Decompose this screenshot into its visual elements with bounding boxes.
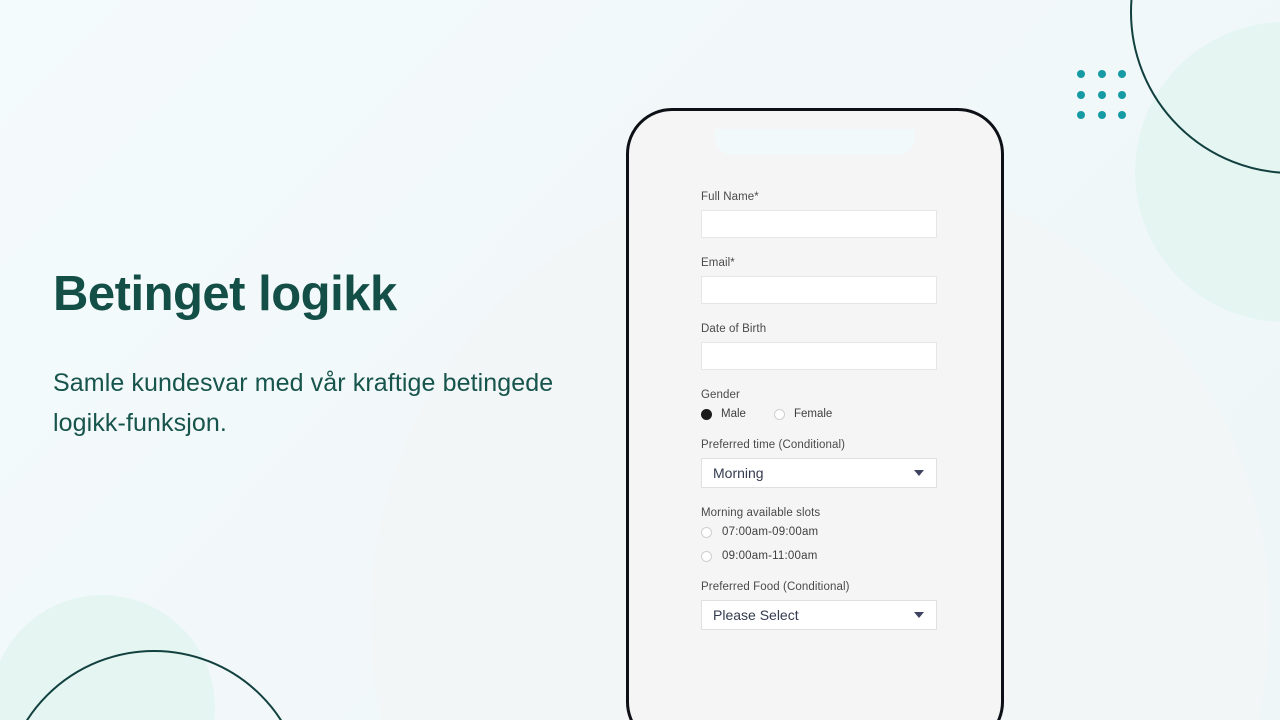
phone-screen: Full Name* Email* Date of Birth Gender M…: [646, 129, 984, 720]
field-full-name: Full Name*: [701, 191, 937, 238]
field-date-of-birth: Date of Birth: [701, 323, 937, 370]
phone-mockup: Full Name* Email* Date of Birth Gender M…: [626, 108, 1004, 720]
gender-radio-group: Male Female: [701, 408, 937, 420]
morning-slot-label: 09:00am-11:00am: [722, 550, 818, 562]
radio-unselected-icon: [773, 408, 785, 420]
email-input[interactable]: [701, 276, 937, 304]
radio-unselected-icon: [701, 550, 712, 562]
chevron-down-icon: [914, 612, 924, 618]
morning-slot-option-1[interactable]: 07:00am-09:00am: [701, 526, 937, 538]
morning-slots-label: Morning available slots: [701, 507, 821, 519]
gender-option-male[interactable]: Male: [701, 408, 746, 420]
preferred-food-label: Preferred Food (Conditional): [701, 581, 850, 593]
field-email: Email*: [701, 257, 937, 304]
field-morning-slots: Morning available slots 07:00am-09:00am …: [701, 507, 937, 562]
radio-selected-icon: [701, 408, 712, 420]
gender-option-female[interactable]: Female: [773, 408, 833, 420]
date-of-birth-input[interactable]: [701, 342, 937, 370]
phone-notch: [715, 129, 915, 155]
gender-option-label: Male: [721, 408, 746, 420]
field-gender: Gender Male Female: [701, 389, 937, 420]
full-name-label: Full Name*: [701, 191, 759, 203]
date-of-birth-label: Date of Birth: [701, 323, 767, 335]
morning-slot-option-2[interactable]: 09:00am-11:00am: [701, 550, 937, 562]
morning-slot-label: 07:00am-09:00am: [722, 526, 819, 538]
full-name-input[interactable]: [701, 210, 937, 238]
gender-label: Gender: [701, 389, 740, 401]
preferred-food-value: Please Select: [713, 607, 799, 623]
hero-copy: Betinget logikk Samle kundesvar med vår …: [53, 268, 613, 444]
page-title: Betinget logikk: [53, 267, 397, 321]
field-preferred-food: Preferred Food (Conditional) Please Sele…: [701, 581, 937, 630]
dot-grid-icon: [1077, 70, 1129, 122]
email-label: Email*: [701, 257, 735, 269]
chevron-down-icon: [914, 470, 924, 476]
morning-slots-radio-group: 07:00am-09:00am 09:00am-11:00am: [701, 526, 937, 562]
page-subtitle: Samle kundesvar med vår kraftige betinge…: [53, 368, 554, 438]
preferred-time-select[interactable]: Morning: [701, 458, 937, 488]
gender-option-label: Female: [793, 408, 833, 420]
preferred-time-value: Morning: [713, 465, 764, 481]
radio-unselected-icon: [701, 526, 712, 538]
slide-canvas: Betinget logikk Samle kundesvar med vår …: [0, 0, 1280, 720]
preferred-time-label: Preferred time (Conditional): [701, 439, 846, 451]
conditional-logic-form: Full Name* Email* Date of Birth Gender M…: [701, 191, 937, 649]
preferred-food-select[interactable]: Please Select: [701, 600, 937, 630]
field-preferred-time: Preferred time (Conditional) Morning: [701, 439, 937, 488]
